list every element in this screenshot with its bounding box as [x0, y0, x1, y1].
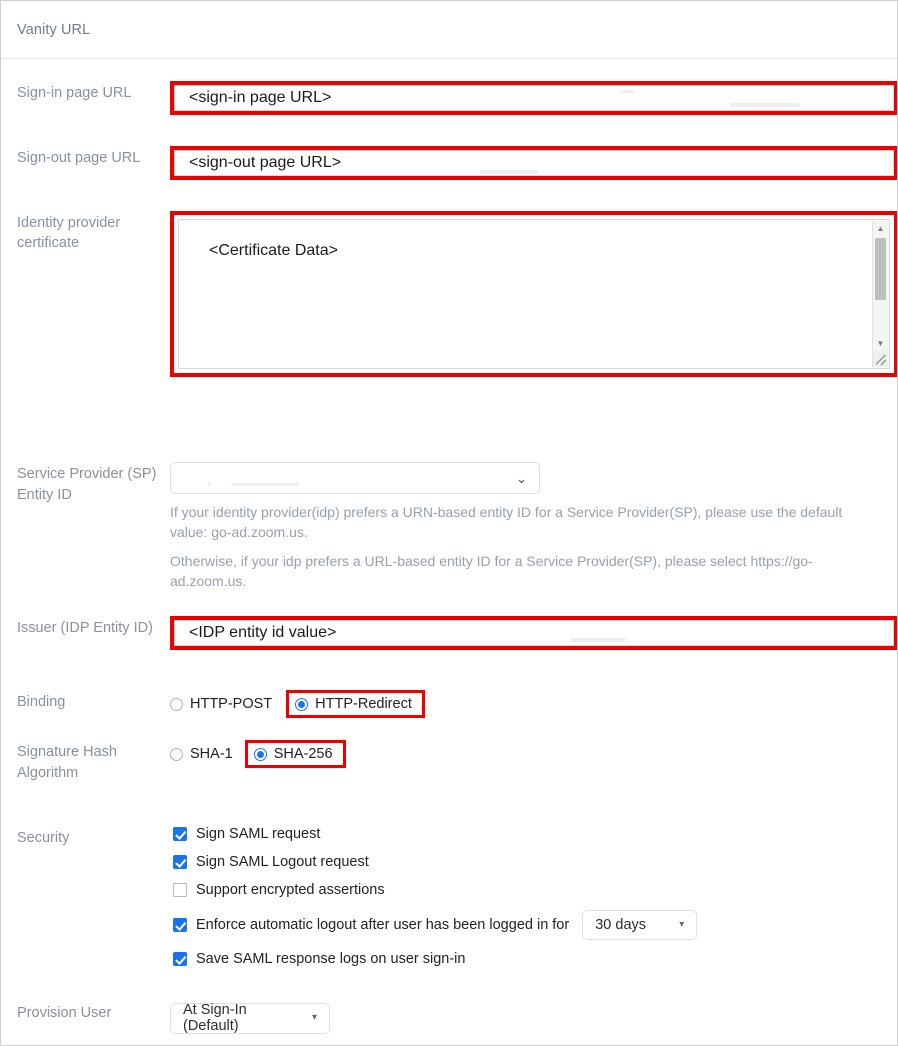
highlight-box-idp-certificate: <Certificate Data> ▲ ▼: [170, 211, 897, 377]
radio-hash-sha256[interactable]: SHA-256: [253, 746, 333, 762]
logout-duration-select[interactable]: 30 days ▾: [582, 910, 698, 940]
label-signin-page-url: Sign-in page URL: [17, 85, 132, 101]
scroll-up-icon[interactable]: ▲: [873, 221, 888, 236]
sp-entity-id-help-line-2: Otherwise, if your idp prefers a URL-bas…: [170, 553, 813, 589]
checkbox-sign-saml-logout-request[interactable]: Sign SAML Logout request: [173, 854, 897, 870]
radio-binding-http-redirect-label: HTTP-Redirect: [315, 696, 412, 712]
radio-hash-sha256-label: SHA-256: [273, 746, 333, 762]
checkbox-sign-saml-request-label: Sign SAML request: [196, 826, 321, 842]
idp-certificate-value: <Certificate Data>: [209, 242, 338, 259]
scroll-down-icon[interactable]: ▼: [873, 336, 888, 351]
row-signin-page-url: Sign-in page URL: [1, 81, 897, 119]
page-header: Vanity URL: [1, 1, 897, 59]
checkbox-icon: [173, 952, 187, 966]
radio-binding-http-post[interactable]: HTTP-POST: [170, 696, 272, 712]
checkbox-enforce-automatic-logout-label: Enforce automatic logout after user has …: [196, 917, 570, 933]
radio-binding-http-redirect[interactable]: HTTP-Redirect: [295, 696, 412, 712]
sp-entity-id-help: If your identity provider(idp) prefers a…: [170, 502, 850, 591]
checkbox-sign-saml-request[interactable]: Sign SAML request: [173, 826, 897, 842]
radio-icon: [170, 697, 183, 711]
row-sp-entity-id: Service Provider (SP) Entity ID ⌄ If you…: [1, 462, 897, 594]
radio-hash-sha1-label: SHA-1: [190, 746, 233, 762]
row-binding: Binding HTTP-POST HTTP-Redirect: [1, 690, 897, 718]
highlight-box-hash-sha256: SHA-256: [244, 740, 346, 768]
provision-user-select[interactable]: At Sign-In (Default) ▾: [170, 1002, 330, 1034]
signout-page-url-input[interactable]: [174, 150, 894, 176]
radio-icon: [253, 747, 267, 761]
provision-user-value: At Sign-In (Default): [183, 1002, 247, 1034]
row-provision-user: Provision User At Sign-In (Default) ▾ Se…: [1, 1001, 897, 1045]
label-signout-page-url: Sign-out page URL: [17, 150, 141, 166]
sp-entity-id-select[interactable]: ⌄: [170, 462, 540, 494]
checkbox-support-encrypted-assertions[interactable]: Support encrypted assertions: [173, 882, 897, 898]
checkbox-support-encrypted-assertions-label: Support encrypted assertions: [196, 882, 385, 898]
highlight-box-binding-http-redirect: HTTP-Redirect: [286, 690, 425, 718]
issuer-idp-entity-id-input[interactable]: [174, 620, 894, 646]
checkbox-save-saml-response-logs[interactable]: Save SAML response logs on user sign-in: [173, 951, 897, 967]
label-idp-certificate: Identity provider certificate: [17, 215, 121, 251]
checkbox-sign-saml-logout-request-label: Sign SAML Logout request: [196, 854, 369, 870]
idp-certificate-textarea[interactable]: <Certificate Data> ▲ ▼: [178, 219, 890, 369]
page-title: Vanity URL: [17, 21, 91, 38]
label-signature-hash-algorithm: Signature Hash Algorithm: [17, 744, 117, 781]
row-idp-certificate: Identity provider certificate <Certifica…: [1, 211, 897, 377]
radio-binding-http-post-label: HTTP-POST: [190, 696, 273, 712]
signin-page-url-input[interactable]: [174, 85, 894, 111]
row-signature-hash-algorithm: Signature Hash Algorithm SHA-1 SHA-256: [1, 740, 897, 784]
scrollbar-thumb[interactable]: [875, 238, 886, 300]
checkbox-icon: [173, 918, 187, 932]
label-provision-user: Provision User: [17, 1005, 112, 1021]
redaction-smudge: [231, 483, 299, 486]
highlight-box-signout-url: [170, 146, 897, 180]
logout-duration-value: 30 days: [595, 917, 647, 933]
label-binding: Binding: [17, 694, 66, 710]
checkbox-icon: [173, 883, 187, 897]
checkbox-icon: [173, 827, 187, 841]
radio-icon: [170, 747, 183, 761]
row-issuer-idp-entity-id: Issuer (IDP Entity ID): [1, 616, 897, 654]
certificate-scrollbar[interactable]: ▲ ▼: [872, 221, 888, 367]
highlight-box-issuer: [170, 616, 897, 650]
row-signout-page-url: Sign-out page URL: [1, 146, 897, 184]
checkbox-icon: [173, 855, 187, 869]
checkbox-enforce-automatic-logout[interactable]: Enforce automatic logout after user has …: [173, 910, 897, 940]
caret-down-icon: ▾: [311, 1012, 317, 1023]
chevron-down-icon: ⌄: [516, 470, 527, 486]
resize-grip-icon[interactable]: [873, 351, 888, 367]
label-security: Security: [17, 830, 70, 846]
highlight-box-signin-url: [170, 81, 897, 115]
sp-entity-id-help-line-1: If your identity provider(idp) prefers a…: [170, 504, 843, 540]
radio-hash-sha1[interactable]: SHA-1: [170, 746, 233, 762]
redaction-smudge: [207, 483, 211, 486]
label-sp-entity-id: Service Provider (SP) Entity ID: [17, 466, 157, 503]
checkbox-save-saml-response-logs-label: Save SAML response logs on user sign-in: [196, 951, 466, 967]
label-issuer-idp-entity-id: Issuer (IDP Entity ID): [17, 620, 153, 636]
caret-down-icon: ▾: [679, 919, 685, 930]
radio-icon: [295, 697, 309, 711]
row-security: Security Sign SAML request Sign SAML Log…: [1, 826, 897, 967]
sso-saml-settings-page: Vanity URL Sign-in page URL Sign-out pag…: [0, 0, 898, 1046]
